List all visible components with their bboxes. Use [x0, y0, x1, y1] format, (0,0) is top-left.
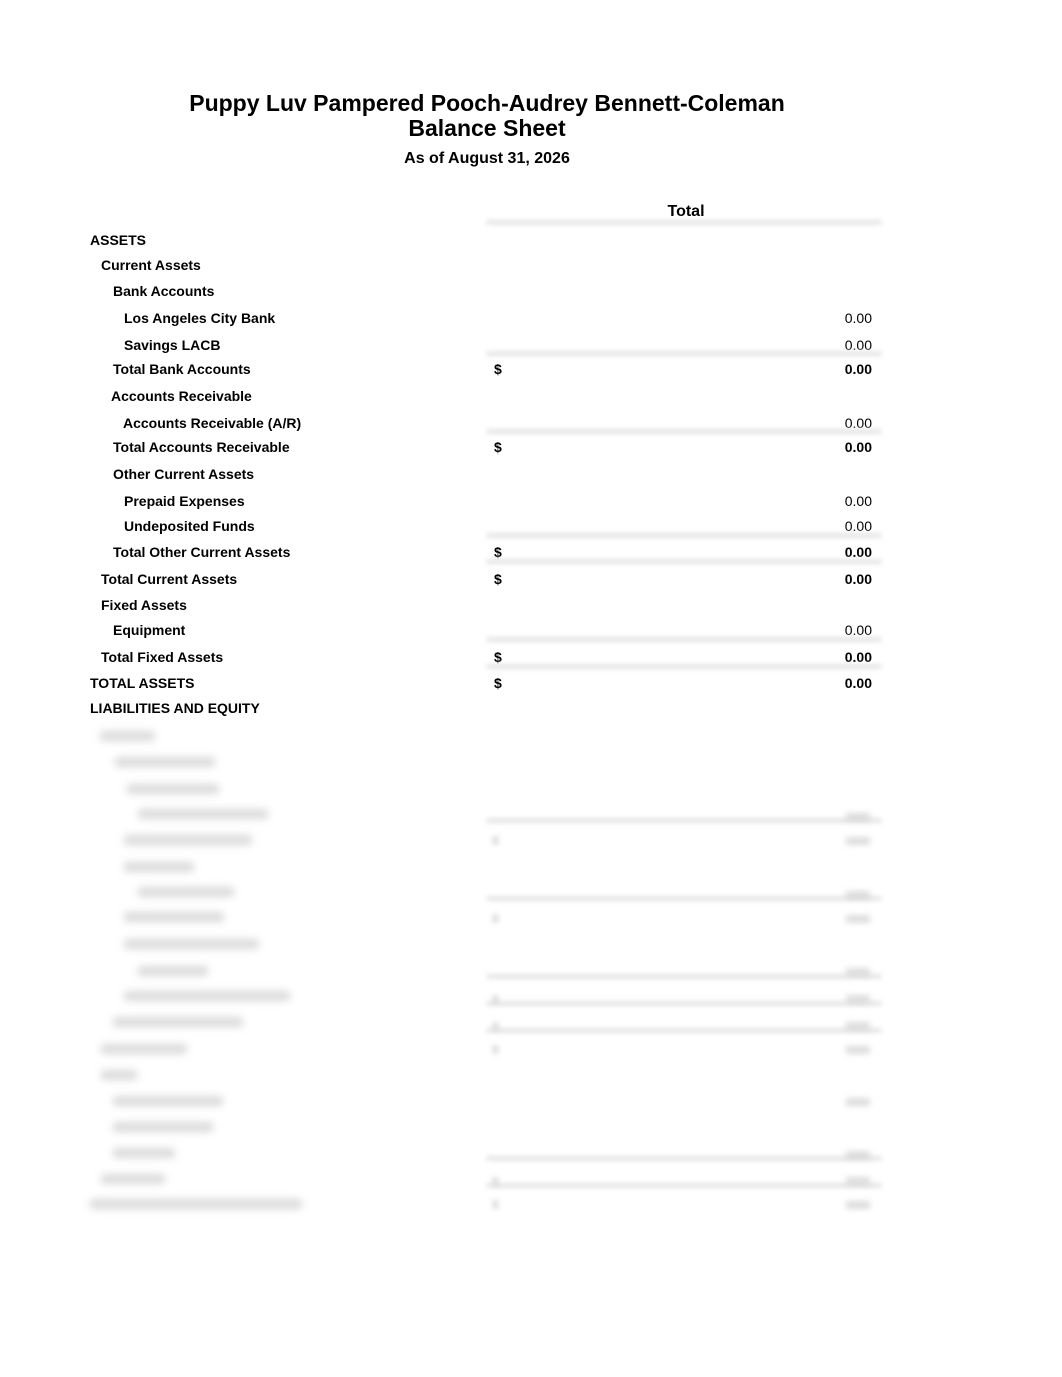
row-label: Total Current Assets — [101, 571, 238, 587]
section-header-row: LIABILITIES AND EQUITY — [0, 698, 1062, 718]
row-label: Current Assets — [101, 257, 201, 273]
obscured-amount — [846, 1201, 870, 1209]
company-name: Puppy Luv Pampered Pooch-Audrey Bennett-… — [189, 90, 785, 116]
row-label: Fixed Assets — [101, 597, 187, 613]
row-divider — [486, 559, 882, 564]
obscured-amount — [846, 837, 870, 845]
obscured-label — [101, 1070, 137, 1080]
row-divider — [486, 1028, 882, 1033]
section-header-row: ASSETS — [0, 230, 1062, 250]
row-label: Prepaid Expenses — [124, 493, 245, 509]
obscured-label — [113, 1017, 243, 1027]
account-row: Los Angeles City Bank 0.00 — [0, 308, 1062, 328]
total-row: Total Accounts Receivable $0.00 — [0, 437, 1062, 457]
row-label: Equipment — [113, 622, 186, 638]
obscured-label — [124, 835, 252, 845]
row-amount: 0.00 — [844, 361, 872, 377]
currency-symbol: $ — [494, 439, 502, 455]
obscured-currency-symbol — [492, 1045, 499, 1054]
obscured-label — [124, 991, 290, 1001]
total-row: Total Current Assets $0.00 — [0, 569, 1062, 589]
currency-symbol: $ — [494, 571, 502, 587]
currency-symbol: $ — [494, 361, 502, 377]
row-label: Savings LACB — [124, 337, 221, 353]
row-label: ASSETS — [90, 232, 147, 248]
row-label: Accounts Receivable (A/R) — [123, 415, 302, 431]
obscured-currency-symbol — [492, 1200, 499, 1209]
row-label: LIABILITIES AND EQUITY — [90, 700, 260, 716]
obscured-label — [101, 1174, 165, 1184]
row-divider — [486, 533, 882, 538]
currency-symbol: $ — [494, 675, 502, 691]
obscured-label — [113, 1122, 213, 1132]
obscured-label — [101, 1044, 187, 1054]
row-divider — [486, 664, 882, 669]
obscured-amount — [846, 1177, 870, 1185]
section-header-row: Fixed Assets — [0, 595, 1062, 615]
obscured-amount — [846, 1151, 870, 1159]
report-title: Balance Sheet — [408, 115, 566, 141]
row-label: TOTAL ASSETS — [90, 675, 195, 691]
row-label: Bank Accounts — [113, 283, 215, 299]
row-label: Total Bank Accounts — [113, 361, 251, 377]
obscured-label — [100, 731, 155, 741]
section-header-row: Accounts Receivable — [0, 386, 1062, 406]
obscured-label — [115, 757, 215, 767]
section-header-row: Bank Accounts — [0, 281, 1062, 301]
obscured-amount — [846, 995, 870, 1003]
section-header-row: Other Current Assets — [0, 464, 1062, 484]
row-amount: 0.00 — [844, 571, 872, 587]
account-row: Prepaid Expenses 0.00 — [0, 491, 1062, 511]
row-divider — [486, 1183, 882, 1188]
row-label: Accounts Receivable — [111, 388, 252, 404]
obscured-amount — [846, 1022, 870, 1030]
row-divider — [486, 974, 882, 979]
total-row: Total Bank Accounts $0.00 — [0, 359, 1062, 379]
obscured-currency-symbol — [492, 995, 499, 1004]
total-row: TOTAL ASSETS $0.00 — [0, 673, 1062, 693]
obscured-label — [127, 784, 219, 794]
obscured-label — [113, 1096, 223, 1106]
row-divider — [486, 637, 882, 642]
row-divider — [486, 1001, 882, 1006]
obscured-label — [124, 862, 194, 872]
column-header-total: Total — [667, 203, 705, 220]
obscured-currency-symbol — [492, 914, 499, 923]
obscured-label — [138, 966, 208, 976]
row-divider — [486, 896, 882, 901]
row-divider — [486, 818, 882, 823]
obscured-label — [138, 887, 234, 897]
obscured-amount — [846, 1046, 870, 1054]
row-amount: 0.00 — [844, 493, 872, 509]
row-amount: 0.00 — [844, 439, 872, 455]
obscured-amount — [846, 968, 870, 976]
obscured-label — [124, 912, 224, 922]
row-label: Undeposited Funds — [124, 518, 255, 534]
obscured-amount — [846, 1098, 870, 1106]
header-divider — [486, 220, 882, 225]
row-label: Other Current Assets — [113, 466, 255, 482]
row-label: Total Fixed Assets — [101, 649, 224, 665]
obscured-amount — [846, 891, 870, 899]
obscured-label — [124, 939, 259, 949]
obscured-label — [138, 809, 268, 819]
row-amount: 0.00 — [844, 310, 872, 326]
row-divider — [486, 1156, 882, 1161]
obscured-label — [90, 1199, 302, 1209]
obscured-currency-symbol — [492, 1022, 499, 1031]
obscured-amount — [846, 813, 870, 821]
row-amount: 0.00 — [844, 675, 872, 691]
row-label: Los Angeles City Bank — [124, 310, 276, 326]
row-divider — [486, 351, 882, 356]
row-label: Total Other Current Assets — [113, 544, 291, 560]
obscured-currency-symbol — [492, 1177, 499, 1186]
report-date: As of August 31, 2026 — [404, 150, 570, 167]
obscured-currency-symbol — [492, 836, 499, 845]
obscured-amount — [846, 915, 870, 923]
row-label: Total Accounts Receivable — [113, 439, 290, 455]
obscured-label — [113, 1148, 175, 1158]
section-header-row: Current Assets — [0, 255, 1062, 275]
row-divider — [486, 429, 882, 434]
